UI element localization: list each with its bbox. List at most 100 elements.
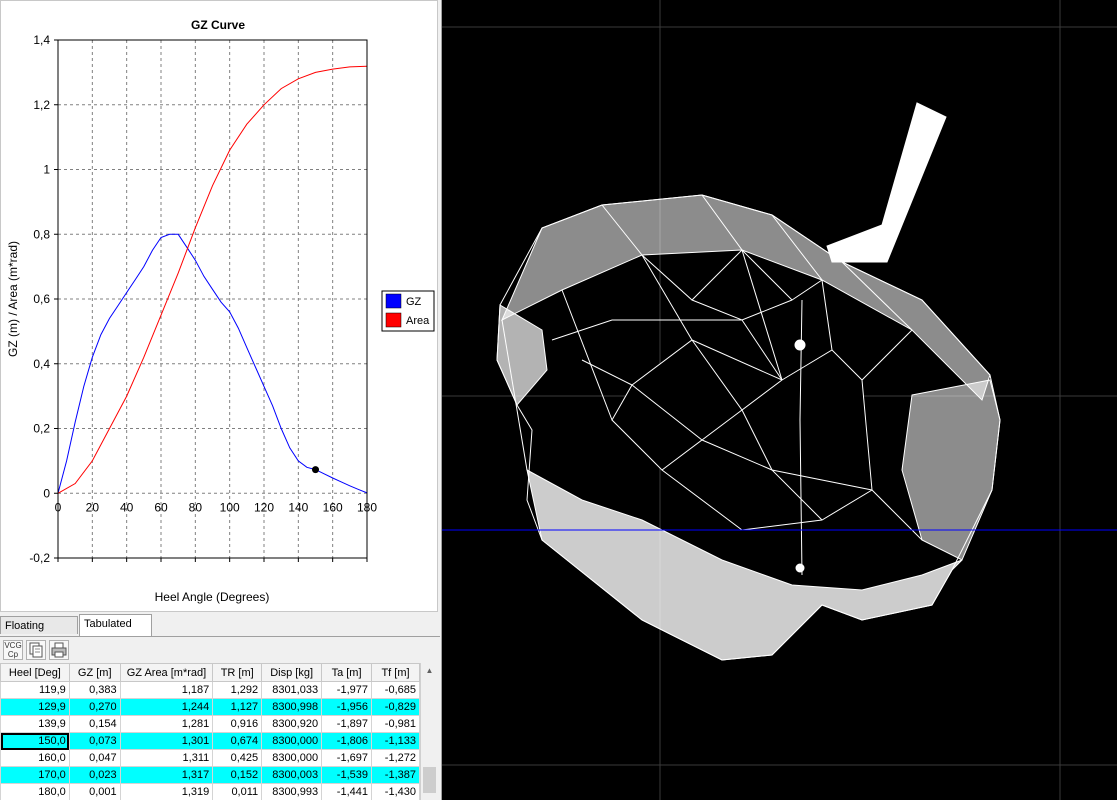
copy-button[interactable] <box>26 640 46 660</box>
cell-gz[interactable]: 0,023 <box>68 766 121 784</box>
cell-gz-area[interactable]: 1,244 <box>119 698 214 716</box>
scrollbar-thumb[interactable] <box>423 767 436 793</box>
cell-tr[interactable]: 0,674 <box>212 732 263 750</box>
series-line-gz <box>57 233 368 494</box>
cell-heel[interactable]: 129,9 <box>0 698 70 716</box>
tab-floating-position[interactable]: Floating Position <box>0 616 78 650</box>
x-tick-label: 40 <box>120 500 134 514</box>
x-tick-label: 80 <box>189 500 203 514</box>
x-tick-label: 160 <box>323 500 343 514</box>
hull-wireframe-view <box>442 0 1117 800</box>
y-tick-label: 1,2 <box>33 98 50 112</box>
cell-heel-selected[interactable]: 150,0 <box>0 732 70 750</box>
chart-canvas: 0 20 40 60 80 100 120 140 160 180-0,200,20,40,60,… <box>6 18 435 604</box>
cell-gz-area[interactable]: 1,319 <box>119 783 214 800</box>
cell-tr[interactable]: 0,152 <box>212 766 263 784</box>
cell-gz[interactable]: 0,047 <box>68 749 121 767</box>
y-tick-label: 0,2 <box>33 422 50 436</box>
x-tick-label: 60 <box>154 500 168 514</box>
series-line-area <box>57 65 368 494</box>
cell-disp[interactable]: 8300,993 <box>261 783 323 800</box>
cell-tr[interactable]: 0,425 <box>212 749 263 767</box>
selected-point-marker <box>312 466 319 474</box>
vcg-cp-button[interactable]: VCG Cp <box>3 640 23 660</box>
cell-tr[interactable]: 0,916 <box>212 715 263 733</box>
table-header-row: Heel [Deg] GZ [m] GZ Area [m*rad] TR [m]… <box>0 663 420 682</box>
cell-tr[interactable]: 1,127 <box>212 698 263 716</box>
cell-tf[interactable]: -0,829 <box>371 698 420 716</box>
legend-label-area: Area <box>406 315 430 327</box>
column-header-heel[interactable]: Heel [Deg] <box>0 663 70 682</box>
y-tick-label: 1,4 <box>33 33 50 47</box>
x-tick-label: 20 <box>86 500 100 514</box>
cell-gz-area[interactable]: 1,311 <box>119 749 214 767</box>
cell-disp[interactable]: 8300,000 <box>261 749 323 767</box>
cell-tf[interactable]: -1,387 <box>371 766 420 784</box>
cell-heel[interactable]: 170,0 <box>0 766 70 784</box>
printer-icon <box>51 642 67 658</box>
cell-tf[interactable]: -0,981 <box>371 715 420 733</box>
table-row[interactable]: 119,9 0,383 1,187 1,292 8301,033 -1,977 … <box>0 681 420 699</box>
column-header-disp[interactable]: Disp [kg] <box>261 663 323 682</box>
y-tick-label: 0,8 <box>33 227 50 241</box>
cell-disp[interactable]: 8300,920 <box>261 715 323 733</box>
cell-gz-area[interactable]: 1,301 <box>119 732 214 750</box>
tabulated-gz-table: Heel [Deg] GZ [m] GZ Area [m*rad] TR [m]… <box>0 663 420 800</box>
cell-disp[interactable]: 8300,998 <box>261 698 323 716</box>
cell-gz[interactable]: 0,001 <box>68 783 121 800</box>
column-header-gz[interactable]: GZ [m] <box>68 663 121 682</box>
table-scrollbar[interactable]: ▲ <box>420 663 438 800</box>
cell-ta[interactable]: -1,539 <box>321 766 372 784</box>
cell-gz[interactable]: 0,073 <box>68 732 121 750</box>
tab-tabulated-gz[interactable]: Tabulated GZ <box>79 614 152 648</box>
table-row[interactable]: 139,9 0,154 1,281 0,916 8300,920 -1,897 … <box>0 715 420 733</box>
cell-heel[interactable]: 139,9 <box>0 715 70 733</box>
cell-ta[interactable]: -1,441 <box>321 783 372 800</box>
cell-ta[interactable]: -1,897 <box>321 715 372 733</box>
cell-disp[interactable]: 8301,033 <box>261 681 323 699</box>
vcg-cp-icon: VCG Cp <box>4 641 22 659</box>
table-row[interactable]: 180,0 0,001 1,319 0,011 8300,993 -1,441 … <box>0 783 420 800</box>
legend: GZ Area <box>381 290 435 332</box>
table-row[interactable]: 160,0 0,047 1,311 0,425 8300,000 -1,697 … <box>0 749 420 767</box>
y-tick-label: 0,6 <box>33 292 50 306</box>
cell-tf[interactable]: -0,685 <box>371 681 420 699</box>
scroll-up-arrow-icon[interactable]: ▲ <box>421 663 438 679</box>
hull-wireframe <box>496 102 1001 661</box>
cell-gz[interactable]: 0,154 <box>68 715 121 733</box>
cell-gz[interactable]: 0,383 <box>68 681 121 699</box>
legend-label-gz: GZ <box>406 296 422 308</box>
cell-disp[interactable]: 8300,003 <box>261 766 323 784</box>
cell-tf[interactable]: -1,133 <box>371 732 420 750</box>
table-row-selected[interactable]: 150,0 0,073 1,301 0,674 8300,000 -1,806 … <box>0 732 420 750</box>
cell-heel[interactable]: 160,0 <box>0 749 70 767</box>
cell-tr[interactable]: 1,292 <box>212 681 263 699</box>
table-row[interactable]: 170,0 0,023 1,317 0,152 8300,003 -1,539 … <box>0 766 420 784</box>
cell-tf[interactable]: -1,430 <box>371 783 420 800</box>
cell-gz-area[interactable]: 1,281 <box>119 715 214 733</box>
column-header-ta[interactable]: Ta [m] <box>321 663 372 682</box>
column-header-tf[interactable]: Tf [m] <box>371 663 420 682</box>
cell-ta[interactable]: -1,806 <box>321 732 372 750</box>
column-header-tr[interactable]: TR [m] <box>212 663 263 682</box>
cell-gz-area[interactable]: 1,317 <box>119 766 214 784</box>
y-axis-label: GZ (m) / Area (m*rad) <box>6 241 20 357</box>
cell-tr[interactable]: 0,011 <box>212 783 263 800</box>
cell-ta[interactable]: -1,697 <box>321 749 372 767</box>
cell-heel[interactable]: 119,9 <box>0 681 70 699</box>
tab-strip: Floating Position Tabulated GZ <box>0 614 440 650</box>
column-header-gz-area[interactable]: GZ Area [m*rad] <box>119 663 214 682</box>
cell-disp[interactable]: 8300,000 <box>261 732 323 750</box>
cell-ta[interactable]: -1,956 <box>321 698 372 716</box>
copy-icon <box>29 642 43 658</box>
3d-hull-viewport[interactable] <box>442 0 1117 800</box>
print-button[interactable] <box>49 640 69 660</box>
table-row[interactable]: 129,9 0,270 1,244 1,127 8300,998 -1,956 … <box>0 698 420 716</box>
x-tick-label: 140 <box>288 500 308 514</box>
cell-tf[interactable]: -1,272 <box>371 749 420 767</box>
cell-ta[interactable]: -1,977 <box>321 681 372 699</box>
cell-gz[interactable]: 0,270 <box>68 698 121 716</box>
chart-title: GZ Curve <box>191 18 245 32</box>
cell-gz-area[interactable]: 1,187 <box>119 681 214 699</box>
cell-heel[interactable]: 180,0 <box>0 783 70 800</box>
